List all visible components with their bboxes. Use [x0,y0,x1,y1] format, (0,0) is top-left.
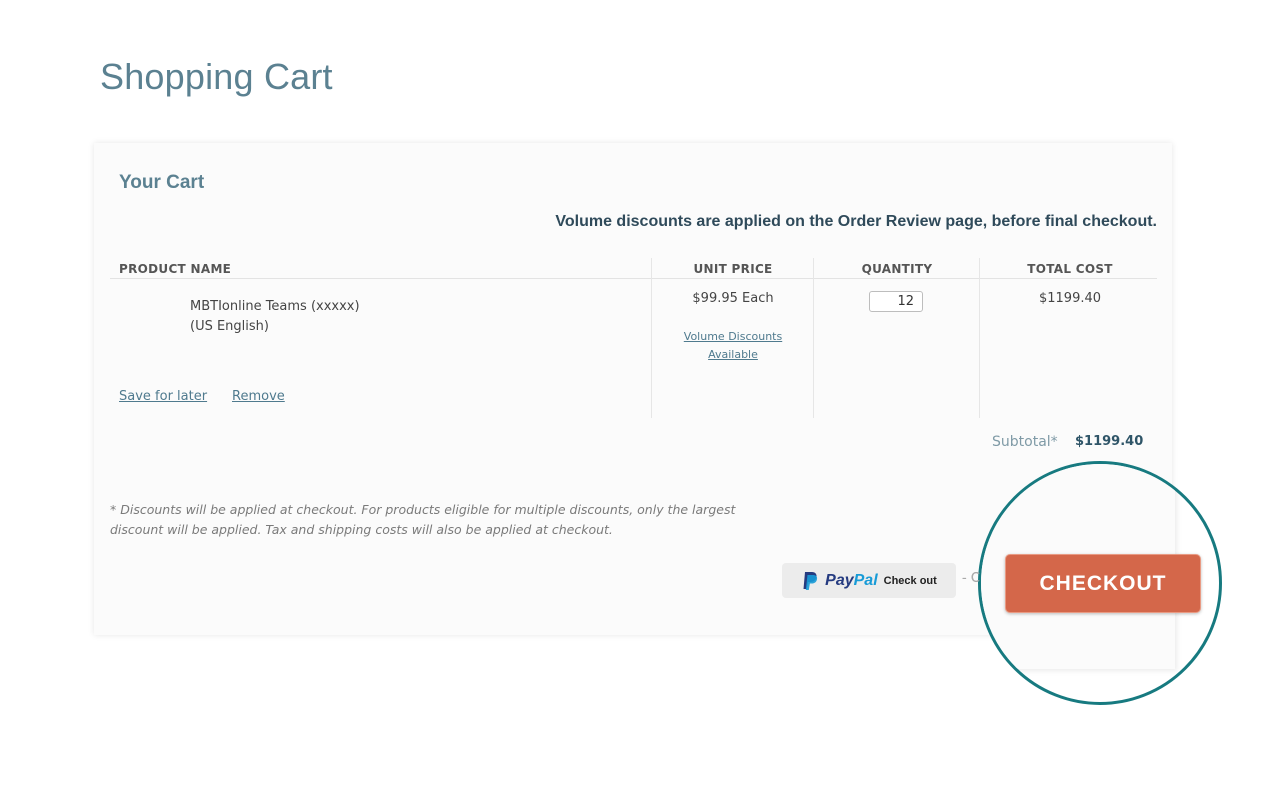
save-for-later-link[interactable]: Save for later [119,389,207,404]
paypal-checkout-button[interactable]: PayPal Check out [782,563,956,598]
volume-discount-note: Volume discounts are applied on the Orde… [555,213,1157,230]
volume-discounts-link-line1[interactable]: Volume Discounts [652,328,814,346]
checkout-button[interactable]: CHECKOUT [1005,554,1201,613]
paypal-checkout-label: Check out [883,574,937,587]
column-header-quantity: QUANTITY [861,262,933,276]
column-header-total-cost: TOTAL COST [1027,262,1113,276]
product-language: (US English) [190,319,269,334]
unit-price: $99.95 Each [692,291,774,306]
column-header-unit-price: UNIT PRICE [693,262,773,276]
volume-discounts-link-line2[interactable]: Available [652,346,814,364]
product-name: MBTIonline Teams (xxxxx) (US English) [190,297,360,337]
quantity-input[interactable] [869,291,923,312]
paypal-logo: PayPal [825,572,877,590]
page-title: Shopping Cart [100,56,333,97]
volume-discounts-link[interactable]: Volume Discounts Available [652,328,814,364]
discount-disclaimer: * Discounts will be applied at checkout.… [110,502,736,537]
header-divider [110,278,1157,279]
column-header-product-name: PRODUCT NAME [119,262,232,276]
column-divider [979,258,980,418]
paypal-icon [803,571,818,590]
line-total-cost: $1199.40 [1038,291,1102,306]
paypal-logo-pay: Pay [825,571,854,589]
remove-link[interactable]: Remove [232,389,285,404]
paypal-logo-pal: Pal [853,571,878,589]
cart-heading: Your Cart [119,172,205,193]
subtotal-value: $1199.40 [1075,434,1144,449]
product-name-line: MBTIonline Teams (xxxxx) [190,299,360,314]
or-separator-zoomed: - C [962,571,980,586]
subtotal-label: Subtotal* [992,434,1058,450]
